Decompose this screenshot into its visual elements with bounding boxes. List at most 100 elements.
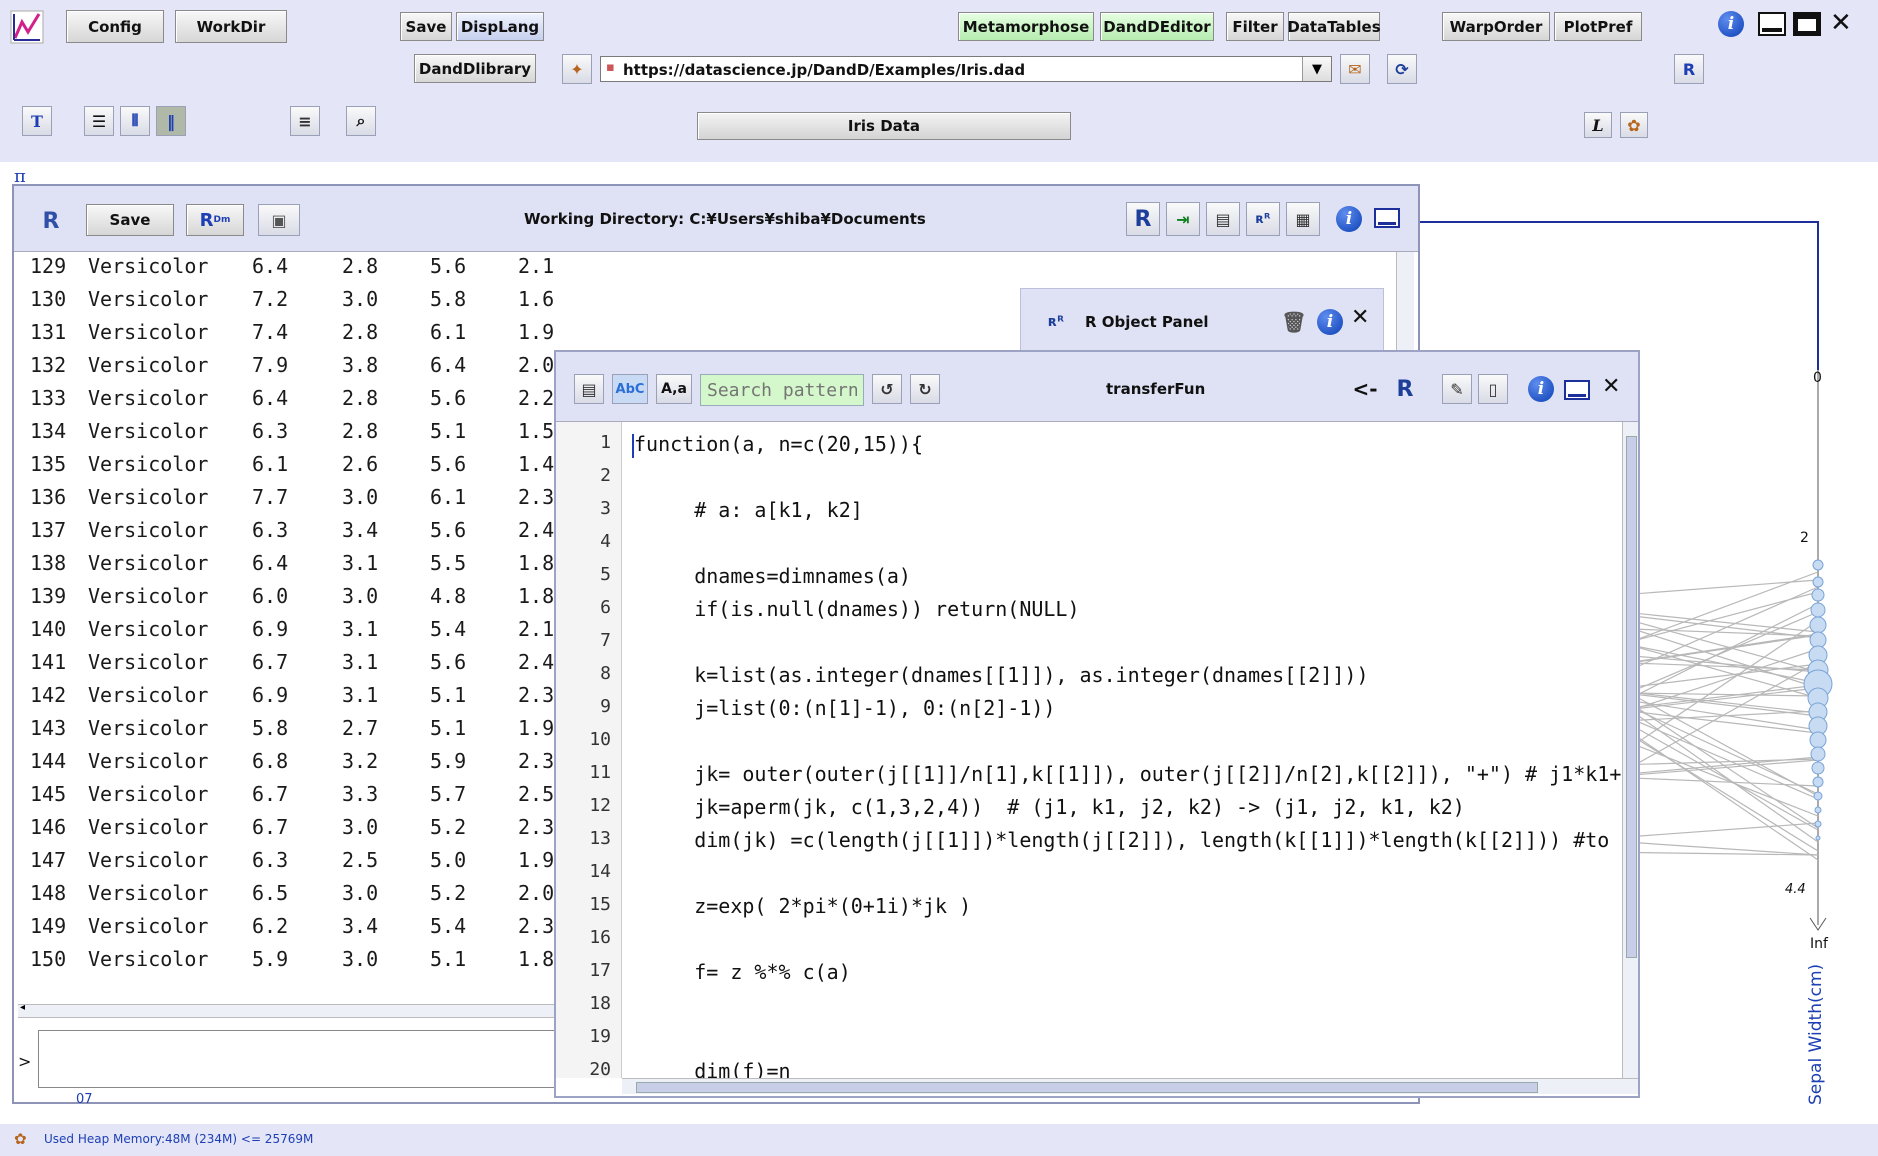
help-info-icon[interactable]: i — [1718, 11, 1744, 37]
r-run-icon[interactable]: R — [1126, 202, 1160, 236]
line-number: 6 — [600, 597, 611, 618]
table-cell: 2.8 — [342, 254, 379, 278]
search-zoom-icon[interactable]: ⌕ — [346, 106, 376, 136]
danddlibrary-button[interactable]: DandDlibrary — [414, 54, 536, 83]
code-line: f= z %*% c(a) — [634, 960, 851, 984]
editor-hscroll[interactable] — [622, 1078, 1638, 1094]
editor-close-icon[interactable]: ✕ — [1602, 376, 1620, 398]
text-panel-icon[interactable]: ▦ — [1286, 202, 1320, 236]
plot-circle — [1815, 835, 1821, 841]
table-cell: 2.4 — [518, 650, 555, 674]
table-cell: Versicolor — [88, 881, 209, 905]
redo-icon[interactable]: ↻ — [910, 374, 940, 404]
table-cell: 2.1 — [518, 254, 555, 278]
warporder-button[interactable]: WarpOrder — [1442, 12, 1550, 41]
table-cell: 3.1 — [342, 551, 379, 575]
table-cell: 2.2 — [518, 386, 555, 410]
text-format-icon[interactable]: ▤ — [574, 374, 604, 404]
text-style-icon[interactable]: T — [22, 106, 52, 136]
editor-info-icon[interactable]: i — [1528, 376, 1554, 402]
r-console-hscroll[interactable]: ◂ — [18, 1002, 558, 1018]
code-line: j=list(0:(n[1]-1), 0:(n[2]-1)) — [634, 696, 1056, 720]
table-cell: 6.1 — [252, 452, 289, 476]
line-number-gutter: 1 2 3 4 5 6 7 8 9 10 11 12 13 14 15 16 17 18 19 20 — [556, 422, 622, 1078]
editor-minimize-icon[interactable] — [1564, 380, 1590, 400]
trash-icon[interactable]: 🗑 — [1279, 307, 1309, 337]
label-l-icon[interactable]: L — [1584, 112, 1612, 138]
r-console-vscroll[interactable] — [1396, 252, 1414, 352]
table-cell: 7.9 — [252, 353, 289, 377]
datatables-button[interactable]: DataTables — [1287, 12, 1381, 41]
danddeditor-button[interactable]: DandDEditor — [1100, 12, 1214, 41]
table-cell: 6.2 — [252, 914, 289, 938]
table-cell: 6.4 — [430, 353, 467, 377]
code-line: k=list(as.integer(dnames[[1]]), as.integ… — [634, 663, 1369, 687]
r-object-close-icon[interactable]: ✕ — [1351, 307, 1369, 329]
document-lines-icon[interactable]: ≡ — [290, 106, 320, 136]
table-row: 144 Versicolor 6.8 3.2 5.9 2.3 — [30, 749, 570, 782]
table-row: 139 Versicolor 6.0 3.0 4.8 1.8 — [30, 584, 570, 617]
search-pattern-input[interactable] — [700, 374, 864, 406]
minimize-icon[interactable] — [1758, 12, 1786, 36]
plot-circle — [1811, 761, 1825, 775]
import-icon[interactable]: ⇥ — [1166, 202, 1200, 236]
table-cell: 5.1 — [430, 683, 467, 707]
url-field[interactable]: ▪ https://datascience.jp/DandD/Examples/… — [600, 56, 1332, 82]
case-toggle-button[interactable]: A,a — [656, 374, 692, 404]
r-dm-button[interactable]: R Dm — [186, 204, 244, 236]
save-button[interactable]: Save — [400, 12, 452, 41]
line-number: 14 — [589, 861, 611, 882]
script-icon[interactable]: ▤ — [1206, 202, 1240, 236]
table-cell: 148 — [30, 881, 67, 905]
url-dropdown-button[interactable]: ▼ — [1302, 57, 1331, 81]
filter-button[interactable]: Filter — [1226, 12, 1284, 41]
r-object-info-icon[interactable]: i — [1317, 309, 1343, 335]
undo-icon[interactable]: ↺ — [872, 374, 902, 404]
axis-icon[interactable]: ‖ — [156, 106, 186, 136]
workdir-button[interactable]: WorkDir — [175, 10, 287, 43]
memory-icon: ✿ — [14, 1130, 27, 1148]
r-command-input[interactable] — [38, 1030, 568, 1088]
r-console-minimize-icon[interactable] — [1374, 208, 1400, 228]
plot-circle — [1810, 746, 1826, 762]
table-cell: 6.4 — [252, 254, 289, 278]
new-doc-icon[interactable]: ▯ — [1478, 374, 1508, 404]
list-rows-icon[interactable]: ☰ — [84, 106, 114, 136]
prompt-symbol: > — [18, 1052, 32, 1071]
scroll-left-icon: ◂ — [20, 1002, 26, 1013]
table-cell: 3.2 — [342, 749, 379, 773]
table-cell: Versicolor — [88, 551, 209, 575]
metamorphose-button[interactable]: Metamorphose — [958, 12, 1094, 41]
r-objects-icon[interactable]: ʀᴿ — [1246, 202, 1280, 236]
table-cell: 7.4 — [252, 320, 289, 344]
table-cell: 1.4 — [518, 452, 555, 476]
table-cell: 5.2 — [430, 881, 467, 905]
url-bookmark-icon[interactable]: ✦ — [562, 54, 592, 84]
r-console-info-icon[interactable]: i — [1336, 206, 1362, 232]
open-url-icon[interactable]: ✉ — [1340, 54, 1370, 84]
palette-icon[interactable]: ✿ — [1620, 112, 1648, 138]
table-cell: Versicolor — [88, 947, 209, 971]
r-link-icon[interactable]: R — [1674, 54, 1704, 84]
code-area[interactable]: function(a, n=c(20,15)){ # a: a[k1, k2] … — [622, 422, 1622, 1078]
iris-data-title-button[interactable]: Iris Data — [697, 112, 1071, 140]
table-cell: 134 — [30, 419, 67, 443]
edit-doc-icon[interactable]: ✎ — [1442, 374, 1472, 404]
editor-r-run-icon[interactable]: R — [1390, 374, 1420, 404]
package-icon[interactable]: ▣ — [258, 204, 300, 236]
close-window-icon[interactable]: ✕ — [1830, 10, 1852, 36]
table-cell: Versicolor — [88, 584, 209, 608]
columns-icon[interactable]: ⦀ — [120, 106, 150, 136]
table-cell: 2.5 — [342, 848, 379, 872]
spellcheck-button[interactable]: AbC — [612, 374, 648, 404]
displang-button[interactable]: DispLang — [456, 12, 544, 41]
config-button[interactable]: Config — [66, 10, 164, 43]
maximize-icon[interactable] — [1793, 12, 1821, 36]
assign-arrow-icon[interactable]: <- — [1350, 374, 1380, 404]
editor-vscroll[interactable] — [1622, 422, 1638, 1078]
plotpref-button[interactable]: PlotPref — [1554, 12, 1642, 41]
reload-url-icon[interactable]: ⟳ — [1387, 54, 1417, 84]
r-console-save-button[interactable]: Save — [86, 204, 174, 236]
table-cell: 135 — [30, 452, 67, 476]
table-cell: Versicolor — [88, 782, 209, 806]
